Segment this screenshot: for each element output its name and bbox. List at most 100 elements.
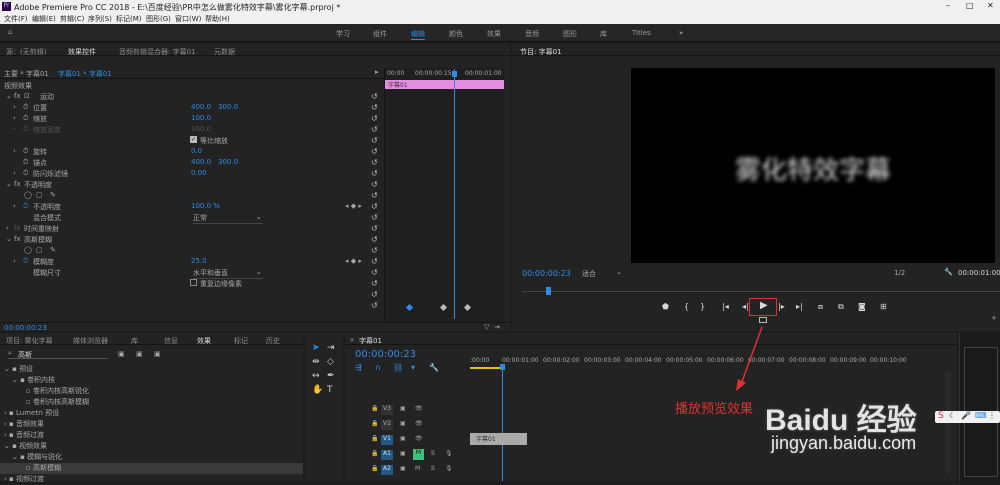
export-icon[interactable]: ⇥	[494, 323, 500, 331]
position-x-value[interactable]: 400.0	[191, 103, 211, 111]
ime-moon-icon[interactable]: ☾	[949, 411, 956, 420]
track-select-tool-icon[interactable]: ⇥	[327, 343, 335, 353]
fit-dropdown[interactable]: 适合	[582, 269, 596, 279]
ws-effects[interactable]: 效果	[487, 29, 501, 39]
reset-icon[interactable]: ↺	[371, 157, 381, 168]
tab-media-browser[interactable]: 媒体浏览器	[73, 336, 108, 346]
stopwatch-icon[interactable]: ⏱	[23, 103, 28, 112]
more-workspaces-icon[interactable]: »	[679, 29, 683, 37]
lock-icon[interactable]: 🔒	[371, 465, 378, 472]
menu-sequence[interactable]: 序列(S)	[88, 14, 112, 24]
tab-libraries[interactable]: 库	[131, 336, 138, 346]
tree-item[interactable]: ⌄ ▪ 视频效果	[0, 441, 303, 452]
mark-in-icon[interactable]: {	[684, 302, 689, 311]
reset-icon[interactable]: ↺	[371, 245, 381, 256]
lock-icon[interactable]: 🔒	[371, 405, 378, 412]
sync-icon[interactable]: ▣	[400, 435, 406, 442]
ws-titles[interactable]: Titles	[632, 29, 651, 37]
repeat-edge-checkbox[interactable]	[190, 279, 197, 286]
export-frame-icon[interactable]: ◙	[858, 302, 866, 311]
keyframe-marker[interactable]	[405, 303, 414, 312]
reset-icon[interactable]: ↺	[371, 179, 381, 190]
step-back-icon[interactable]: ◂|	[742, 302, 749, 311]
slip-tool-icon[interactable]: ↔	[312, 371, 320, 381]
32bit-effects-icon[interactable]: ▣	[136, 350, 143, 358]
expand-icon[interactable]: ›	[13, 202, 16, 210]
button-editor-icon[interactable]: ⊞	[880, 302, 887, 311]
lift-icon[interactable]: ⧈	[818, 302, 823, 312]
reset-icon[interactable]: ↺	[371, 168, 381, 179]
tab-history[interactable]: 历史	[266, 336, 280, 346]
track-a1-label[interactable]: A1	[381, 450, 393, 460]
tab-project[interactable]: 项目: 雾化字幕	[6, 336, 53, 346]
expand-icon[interactable]: ⌄	[6, 235, 12, 243]
solo-toggle[interactable]: S	[431, 450, 435, 457]
sync-icon[interactable]: ▣	[400, 450, 406, 457]
chevron-down-icon[interactable]: ⌄	[616, 268, 622, 276]
stopwatch-icon[interactable]: ⏱	[23, 202, 28, 211]
tree-item-selected[interactable]: ▫ 高斯模糊	[0, 463, 303, 474]
tab-audio-mixer[interactable]: 音频剪辑混合器: 字幕01	[119, 47, 196, 57]
lock-icon[interactable]: 🔒	[371, 420, 378, 427]
program-timecode[interactable]: 00:00:00:23	[522, 269, 571, 278]
microphone-icon[interactable]: 🎙	[445, 450, 453, 457]
timeline-settings-icon[interactable]: 🔧	[429, 363, 439, 372]
opacity-value[interactable]: 100.0 %	[191, 202, 220, 210]
expand-icon[interactable]: ⌄	[6, 92, 12, 100]
timeline-scrollbar[interactable]	[945, 373, 951, 473]
ime-menu-icon[interactable]: ⋮	[988, 411, 996, 420]
stopwatch-icon[interactable]: ⏱	[23, 169, 28, 178]
expand-icon[interactable]: ›	[13, 103, 16, 111]
reset-icon[interactable]: ↺	[371, 102, 381, 113]
lock-icon[interactable]: 🔒	[371, 450, 378, 457]
track-v3-label[interactable]: V3	[381, 405, 393, 415]
tree-item[interactable]: ▫ 卷积内核高斯模糊	[0, 397, 303, 408]
keyframe-marker[interactable]	[463, 303, 472, 312]
close-button[interactable]: ✕	[987, 1, 994, 10]
program-title[interactable]: 节目: 字幕01	[520, 47, 562, 57]
expand-icon[interactable]: ›	[13, 147, 16, 155]
track-a2-label[interactable]: A2	[381, 465, 393, 475]
reset-icon[interactable]: ↺	[371, 135, 381, 146]
yuv-effects-icon[interactable]: ▣	[154, 350, 161, 358]
tab-source[interactable]: 源：(无剪辑)	[6, 47, 46, 57]
tree-item[interactable]: ⌄ ▪ 预设	[0, 364, 303, 375]
ws-libraries[interactable]: 库	[600, 29, 607, 39]
track-v1-label[interactable]: V1	[381, 435, 393, 445]
keyframe-nav-icon[interactable]: ◂ ◆ ▸	[345, 257, 362, 265]
ws-assembly[interactable]: 组件	[373, 29, 387, 39]
ec-clip-bar[interactable]: 字幕01	[385, 80, 504, 89]
reset-icon[interactable]: ↺	[371, 278, 381, 289]
go-to-out-icon[interactable]: ▸|	[796, 302, 803, 311]
menu-help[interactable]: 帮助(H)	[205, 14, 230, 24]
sequence-clip-label[interactable]: 字幕01 * 字幕01	[58, 69, 112, 79]
expand-icon[interactable]: ⌄	[6, 180, 12, 188]
ime-keyboard-icon[interactable]: ⌨	[975, 411, 987, 420]
stopwatch-icon[interactable]: ⏱	[23, 114, 28, 123]
reset-icon[interactable]: ↺	[371, 201, 381, 212]
extract-icon[interactable]: ⧉	[838, 302, 844, 312]
ec-timecode[interactable]: 00:00:00:23	[4, 324, 47, 332]
sync-icon[interactable]: ▣	[400, 420, 406, 427]
ime-mic-icon[interactable]: 🎤	[961, 411, 971, 420]
resolution-dropdown[interactable]: 1/2	[894, 269, 905, 277]
timeline-playhead[interactable]	[502, 365, 503, 481]
ellipse-mask-icon[interactable]: ◯	[24, 246, 32, 254]
close-icon[interactable]: ×	[349, 336, 355, 344]
reset-icon[interactable]: ↺	[371, 289, 381, 300]
tree-item[interactable]: › ▪ 音频过渡	[0, 430, 303, 441]
rect-mask-icon[interactable]: ▢	[36, 191, 43, 199]
pen-mask-icon[interactable]: ✎	[50, 246, 56, 254]
sync-icon[interactable]: ▣	[400, 465, 406, 472]
filter-icon[interactable]: ▽	[484, 323, 489, 331]
tab-effects[interactable]: 效果	[197, 336, 211, 346]
work-area-bar[interactable]	[470, 367, 500, 369]
linked-selection-icon[interactable]: ⛓	[393, 363, 403, 372]
ws-graphics[interactable]: 图形	[563, 29, 577, 39]
tree-item[interactable]: ⌄ ▪ 模糊与锐化	[0, 452, 303, 463]
uniform-checkbox[interactable]: ✓	[190, 136, 197, 143]
minimize-button[interactable]: –	[946, 1, 950, 10]
reset-icon[interactable]: ↺	[371, 267, 381, 278]
tree-item[interactable]: › ▪ 音频效果	[0, 419, 303, 430]
tree-item[interactable]: ▫ 卷积内核高斯锐化	[0, 386, 303, 397]
